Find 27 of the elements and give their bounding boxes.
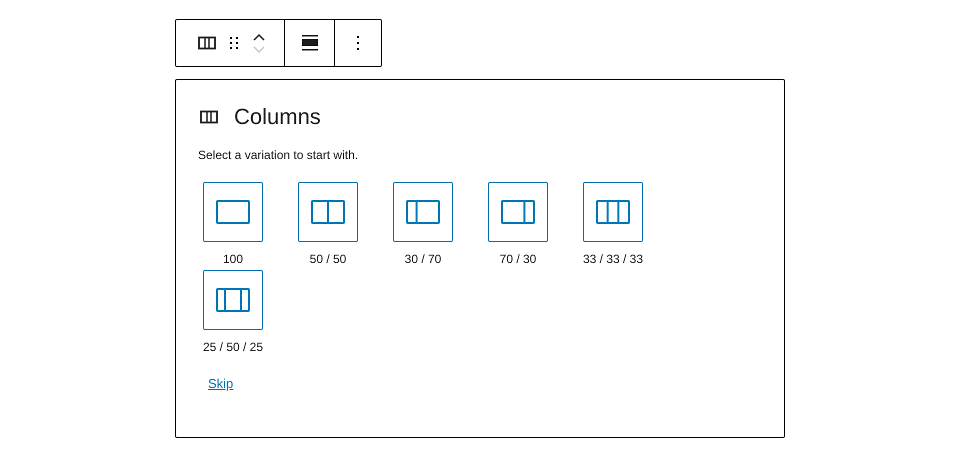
layout-icon — [216, 200, 250, 224]
variation-button[interactable] — [203, 270, 263, 330]
placeholder-title: Columns — [234, 104, 321, 130]
variation-label: 50 / 50 — [310, 252, 346, 266]
layout-icon — [596, 200, 630, 224]
layout-icon — [406, 200, 440, 224]
layout-icon — [311, 200, 345, 224]
layout-icon — [501, 200, 535, 224]
move-up-icon[interactable] — [252, 32, 266, 42]
variation-label: 70 / 30 — [500, 252, 536, 266]
align-icon[interactable] — [302, 35, 318, 51]
columns-icon[interactable] — [198, 36, 216, 50]
variation-button[interactable] — [583, 182, 643, 242]
variation-label: 33 / 33 / 33 — [582, 252, 644, 266]
variation-label: 100 — [222, 252, 244, 266]
variation-button[interactable] — [298, 182, 358, 242]
drag-handle-icon[interactable] — [229, 36, 239, 50]
layout-icon — [216, 288, 250, 312]
variation-button[interactable] — [203, 182, 263, 242]
more-options-icon[interactable] — [356, 35, 360, 51]
instructions: Select a variation to start with. — [198, 148, 360, 162]
skip-link[interactable]: Skip — [208, 376, 234, 391]
variation-label: 25 / 50 / 25 — [202, 340, 264, 354]
columns-icon — [200, 110, 218, 124]
variation-button[interactable] — [393, 182, 453, 242]
variation-button[interactable] — [488, 182, 548, 242]
variation-label: 30 / 70 — [404, 252, 442, 266]
